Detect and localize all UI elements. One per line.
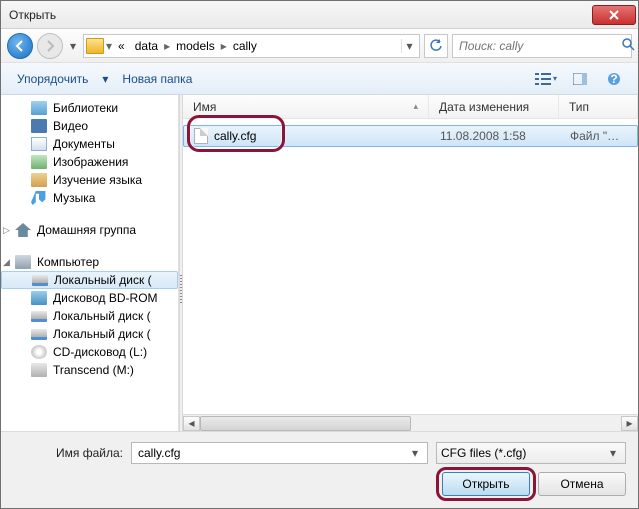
dropdown-icon[interactable]: ▾ (605, 446, 621, 460)
document-icon (31, 137, 47, 151)
list-view-icon (535, 73, 551, 85)
tree-images[interactable]: Изображения (1, 153, 178, 171)
file-name: cally.cfg (214, 129, 256, 143)
collapse-icon[interactable]: ◢ (3, 257, 10, 268)
scroll-right-button[interactable]: ▸ (621, 416, 638, 431)
tree-localdisk-3[interactable]: Локальный диск ( (1, 325, 178, 343)
search-input[interactable] (457, 38, 618, 54)
tree-libraries[interactable]: Библиотеки (1, 99, 178, 117)
file-row[interactable]: cally.cfg 11.08.2008 1:58 Файл "CFG (183, 125, 638, 147)
new-folder-button[interactable]: Новая папка (116, 69, 198, 89)
nav-tree[interactable]: Библиотеки Видео Документы Изображения И… (1, 95, 179, 431)
file-date: 11.08.2008 1:58 (430, 129, 560, 143)
filename-input[interactable] (136, 445, 407, 461)
nav-bar: ▾ ▾ « data ▸ models ▸ cally ▾ (1, 29, 638, 63)
file-list[interactable]: cally.cfg 11.08.2008 1:58 Файл "CFG (183, 119, 638, 414)
chevron-icon: ▾ (106, 39, 112, 53)
tree-localdisk-2[interactable]: Локальный диск ( (1, 307, 178, 325)
help-icon: ? (607, 72, 621, 86)
bdrom-icon (31, 291, 47, 305)
filter-text: CFG files (*.cfg) (441, 446, 605, 460)
folder-icon (86, 38, 104, 54)
pane-icon (573, 73, 587, 85)
organize-menu[interactable]: Упорядочить (11, 69, 94, 89)
tree-localdisk-1[interactable]: Локальный диск ( (1, 271, 178, 289)
tree-transcend[interactable]: Transcend (M:) (1, 361, 178, 379)
cd-icon (31, 345, 47, 359)
refresh-icon (429, 39, 443, 53)
tree-learn[interactable]: Изучение языка (1, 171, 178, 189)
scroll-left-button[interactable]: ◂ (183, 416, 200, 431)
arrow-left-icon (14, 40, 26, 52)
open-dialog: Открыть ▾ ▾ « data ▸ models ▸ cally ▾ (0, 0, 639, 509)
breadcrumb[interactable]: ▾ « data ▸ models ▸ cally ▾ (83, 34, 420, 58)
horizontal-scrollbar[interactable]: ◂ ▸ (183, 414, 638, 431)
view-mode-button[interactable]: ▾ (532, 68, 560, 90)
scroll-thumb[interactable] (200, 416, 411, 431)
chevron-right-icon: ▸ (221, 39, 227, 53)
titlebar: Открыть (1, 1, 638, 29)
image-icon (31, 155, 47, 169)
tree-videos[interactable]: Видео (1, 117, 178, 135)
tree-cddrive[interactable]: CD-дисковод (L:) (1, 343, 178, 361)
computer-icon (15, 255, 31, 269)
disk-icon (31, 329, 47, 340)
back-button[interactable] (7, 33, 33, 59)
close-button[interactable] (592, 5, 636, 25)
tree-bdrom[interactable]: Дисковод BD-ROM (1, 289, 178, 307)
help-button[interactable]: ? (600, 68, 628, 90)
homegroup-icon (15, 223, 31, 237)
music-icon (31, 191, 47, 205)
breadcrumb-dropdown[interactable]: ▾ (401, 39, 417, 53)
filetype-filter[interactable]: CFG files (*.cfg) ▾ (436, 442, 626, 464)
col-type[interactable]: Тип (559, 95, 638, 118)
filename-combo[interactable]: ▾ (131, 442, 428, 464)
breadcrumb-seg-models[interactable]: models (172, 39, 219, 53)
file-type: Файл "CFG (560, 129, 637, 143)
breadcrumb-seg-data[interactable]: data (131, 39, 162, 53)
dialog-body: Библиотеки Видео Документы Изображения И… (1, 95, 638, 431)
file-icon (194, 128, 208, 144)
dropdown-icon[interactable]: ▾ (407, 446, 423, 460)
column-headers: Имя▴ Дата изменения Тип (183, 95, 638, 119)
search-icon (622, 38, 635, 54)
close-icon (609, 10, 619, 20)
tree-music[interactable]: Музыка (1, 189, 178, 207)
cancel-button[interactable]: Отмена (538, 472, 626, 496)
file-pane: Имя▴ Дата изменения Тип cally.cfg 11.08.… (183, 95, 638, 431)
disk-icon (32, 275, 48, 286)
col-name[interactable]: Имя▴ (183, 95, 429, 118)
sort-asc-icon: ▴ (413, 101, 418, 112)
libraries-icon (31, 101, 47, 115)
window-title: Открыть (9, 8, 592, 22)
usb-icon (31, 363, 47, 377)
search-box[interactable] (452, 34, 632, 58)
dialog-footer: Имя файла: ▾ CFG files (*.cfg) ▾ Открыть… (1, 431, 638, 508)
col-date[interactable]: Дата изменения (429, 95, 559, 118)
video-icon (31, 119, 47, 133)
svg-text:?: ? (610, 72, 617, 86)
book-icon (31, 173, 47, 187)
breadcrumb-seg-cally[interactable]: cally (229, 39, 261, 53)
disk-icon (31, 311, 47, 322)
expand-icon[interactable]: ▷ (3, 225, 10, 236)
chevron-right-icon: ▸ (164, 39, 170, 53)
preview-pane-button[interactable] (566, 68, 594, 90)
forward-button (37, 33, 63, 59)
toolbar: Упорядочить ▾ Новая папка ▾ ? (1, 63, 638, 95)
arrow-right-icon (44, 40, 56, 52)
scroll-track[interactable] (200, 416, 621, 431)
refresh-button[interactable] (424, 34, 448, 58)
nav-history-dropdown[interactable]: ▾ (67, 39, 79, 53)
open-button[interactable]: Открыть (442, 472, 530, 496)
tree-computer[interactable]: ◢Компьютер (1, 253, 178, 271)
tree-documents[interactable]: Документы (1, 135, 178, 153)
dropdown-icon: ▾ (100, 72, 110, 86)
filename-label: Имя файла: (13, 446, 123, 460)
breadcrumb-overflow[interactable]: « (114, 39, 129, 53)
tree-homegroup[interactable]: ▷Домашняя группа (1, 221, 178, 239)
